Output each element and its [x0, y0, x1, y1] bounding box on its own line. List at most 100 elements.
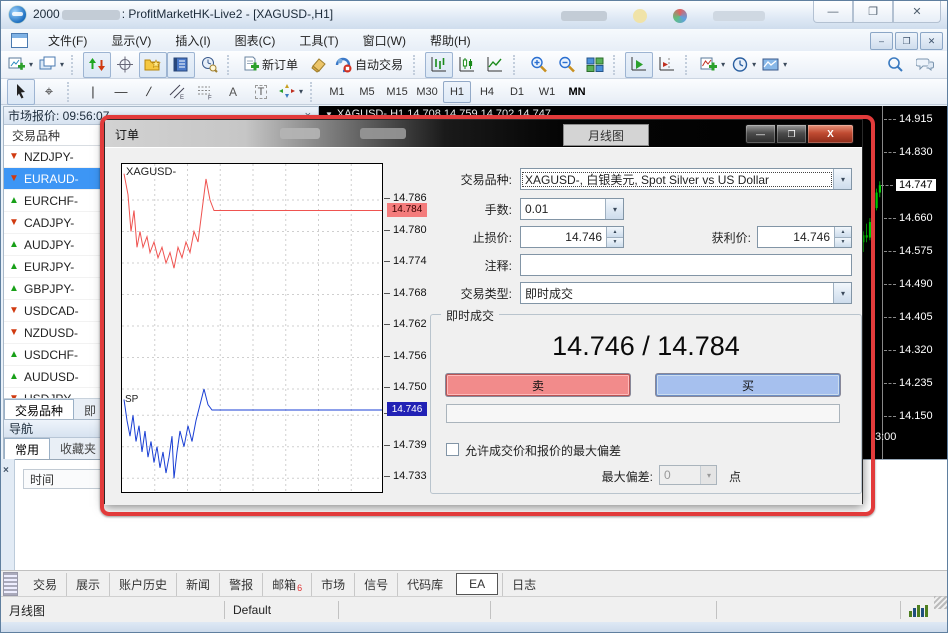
- horizontal-line-button[interactable]: —: [107, 79, 135, 105]
- vertical-line-button[interactable]: |: [79, 79, 107, 105]
- timeframe-m15[interactable]: M15: [383, 81, 411, 103]
- cursor-tool-button[interactable]: [7, 79, 35, 105]
- window-maximize-button[interactable]: ❐: [853, 1, 893, 23]
- bar-chart-button[interactable]: [425, 52, 453, 78]
- bottom-tab-警报[interactable]: 警报: [219, 573, 262, 596]
- channel-button[interactable]: E: [163, 79, 191, 105]
- terminal-close-icon[interactable]: ×: [3, 465, 9, 476]
- navigator-button[interactable]: [139, 52, 167, 78]
- community-button[interactable]: [911, 52, 939, 78]
- menu-item-0[interactable]: 文件(F): [36, 30, 99, 51]
- bottom-tab-邮箱[interactable]: 邮箱6: [262, 573, 311, 596]
- tab-即[interactable]: 即: [74, 399, 107, 421]
- chart-close-button[interactable]: ✕: [920, 32, 943, 50]
- periods-button[interactable]: ▾: [728, 52, 759, 78]
- dialog-maximize-button[interactable]: ❐: [776, 124, 807, 144]
- dialog-minimize-button[interactable]: —: [745, 124, 776, 144]
- tab-label: 展示: [76, 576, 100, 593]
- text-tool-button[interactable]: A: [219, 79, 247, 105]
- strategy-tester-button[interactable]: [195, 52, 223, 78]
- market-watch-button[interactable]: [83, 52, 111, 78]
- timeframe-m30[interactable]: M30: [413, 81, 441, 103]
- dropdown-button[interactable]: ▾: [833, 169, 851, 189]
- templates-button[interactable]: ▾: [759, 52, 790, 78]
- spinner-buttons[interactable]: ▲▼: [834, 227, 851, 247]
- dropdown-button[interactable]: ▾: [605, 199, 623, 219]
- chart-document-icon[interactable]: [11, 33, 28, 48]
- horizontal-line-icon: —: [115, 84, 128, 99]
- order-type-select[interactable]: 即时成交 ▾: [520, 282, 852, 304]
- zoom-in-button[interactable]: [525, 52, 553, 78]
- window-minimize-button[interactable]: —: [813, 1, 853, 23]
- terminal-button[interactable]: [167, 52, 195, 78]
- timeframe-m5[interactable]: M5: [353, 81, 381, 103]
- menu-item-4[interactable]: 工具(T): [287, 30, 350, 51]
- menu-item-6[interactable]: 帮助(H): [418, 30, 483, 51]
- arrows-tool-button[interactable]: ▾: [275, 79, 306, 105]
- max-deviation-select[interactable]: 0 ▾: [659, 465, 717, 485]
- bottom-tab-交易[interactable]: 交易: [24, 573, 66, 596]
- data-window-button[interactable]: [111, 52, 139, 78]
- chart-minimize-button[interactable]: –: [870, 32, 893, 50]
- take-profit-input[interactable]: 14.746 ▲▼: [757, 226, 852, 248]
- timeframe-h1[interactable]: H1: [443, 81, 471, 103]
- candlestick-button[interactable]: [453, 52, 481, 78]
- order-dialog-titlebar[interactable]: 订单 — ❐ X: [105, 120, 862, 148]
- resize-grip[interactable]: [934, 596, 947, 609]
- deviation-checkbox[interactable]: [446, 443, 459, 456]
- dropdown-button[interactable]: ▾: [833, 283, 851, 303]
- nav-tab-常用[interactable]: 常用: [4, 438, 50, 459]
- timeframe-d1[interactable]: D1: [503, 81, 531, 103]
- auto-trading-button[interactable]: 自动交易: [332, 52, 409, 78]
- bottom-tab-账户历史[interactable]: 账户历史: [109, 573, 176, 596]
- spinner-buttons[interactable]: ▲▼: [606, 227, 623, 247]
- status-profile[interactable]: Default: [225, 601, 339, 619]
- collapse-icon[interactable]: ▼: [325, 110, 333, 119]
- bottom-tab-日志[interactable]: 日志: [502, 573, 545, 596]
- bottom-tab-市场[interactable]: 市场: [311, 573, 354, 596]
- menu-item-3[interactable]: 图表(C): [223, 30, 288, 51]
- chart-restore-button[interactable]: ❐: [895, 32, 918, 50]
- timeframe-w1[interactable]: W1: [533, 81, 561, 103]
- line-chart-button[interactable]: [481, 52, 509, 78]
- dialog-close-button[interactable]: X: [807, 124, 854, 144]
- timeframe-mn[interactable]: MN: [563, 81, 591, 103]
- sell-button[interactable]: 卖: [446, 374, 630, 396]
- text-label-button[interactable]: T: [247, 79, 275, 105]
- comment-input[interactable]: [520, 254, 852, 276]
- profiles-button[interactable]: ▾: [36, 52, 67, 78]
- bottom-tab-代码库[interactable]: 代码库: [397, 573, 452, 596]
- bottom-tab-EA[interactable]: EA: [456, 573, 498, 595]
- tile-windows-button[interactable]: [581, 52, 609, 78]
- window-close-button[interactable]: ✕: [893, 1, 941, 23]
- indicators-button[interactable]: ▾: [697, 52, 728, 78]
- menu-item-1[interactable]: 显示(V): [99, 30, 163, 51]
- terminal-left-strip: ×: [1, 459, 15, 570]
- symbol-select[interactable]: XAGUSD-, 白银美元, Spot Silver vs US Dollar …: [520, 168, 852, 190]
- menu-item-5[interactable]: 窗口(W): [351, 30, 418, 51]
- search-button[interactable]: [881, 52, 909, 78]
- buy-button[interactable]: 买: [656, 374, 840, 396]
- bottom-tab-展示[interactable]: 展示: [66, 573, 109, 596]
- new-order-button[interactable]: 新订单: [239, 52, 304, 78]
- tab-交易品种[interactable]: 交易品种: [4, 399, 74, 421]
- bottom-tab-新闻[interactable]: 新闻: [176, 573, 219, 596]
- trendline-button[interactable]: /: [135, 79, 163, 105]
- bottom-tab-信号[interactable]: 信号: [354, 573, 397, 596]
- crosshair-tool-button[interactable]: ⌖: [35, 79, 63, 105]
- new-chart-button[interactable]: ▾: [5, 52, 36, 78]
- menu-item-2[interactable]: 插入(I): [163, 30, 222, 51]
- tab-label: 新闻: [186, 576, 210, 593]
- time-column-header[interactable]: 时间: [23, 469, 105, 489]
- nav-tab-收藏夹[interactable]: 收藏夹: [50, 438, 107, 459]
- panel-grip-icon[interactable]: [3, 572, 18, 596]
- zoom-out-button[interactable]: [553, 52, 581, 78]
- timeframe-m1[interactable]: M1: [323, 81, 351, 103]
- stop-loss-input[interactable]: 14.746 ▲▼: [520, 226, 624, 248]
- chart-shift-button[interactable]: [653, 52, 681, 78]
- fibonacci-button[interactable]: F: [191, 79, 219, 105]
- timeframe-h4[interactable]: H4: [473, 81, 501, 103]
- auto-scroll-button[interactable]: [625, 52, 653, 78]
- volume-select[interactable]: 0.01 ▾: [520, 198, 624, 220]
- history-center-button[interactable]: [304, 52, 332, 78]
